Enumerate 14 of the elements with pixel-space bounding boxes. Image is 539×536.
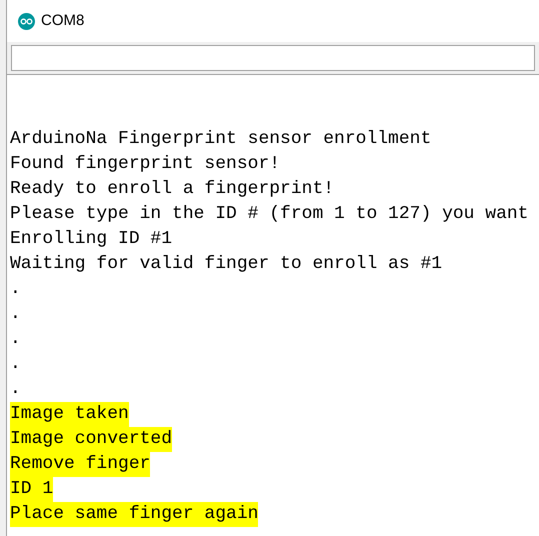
- output-line: .: [10, 303, 21, 326]
- app-logo-icon: [18, 12, 35, 30]
- output-line: .: [10, 328, 21, 351]
- output-line: ArduinoNa Fingerprint sensor enrollment: [10, 128, 432, 151]
- window-title: COM8: [41, 10, 84, 31]
- output-line: Ready to enroll a fingerprint!: [10, 178, 334, 201]
- output-line: Please type in the ID # (from 1 to 127) you want: [10, 203, 528, 226]
- output-line: Waiting for valid finger to enroll as #1: [10, 253, 442, 276]
- input-field[interactable]: [11, 45, 535, 71]
- output-line: .: [10, 278, 21, 301]
- output-line: .: [10, 378, 21, 401]
- output-line: Enrolling ID #1: [10, 228, 172, 251]
- output-line: .: [10, 353, 21, 376]
- output-line: Found fingerprint sensor!: [10, 153, 280, 176]
